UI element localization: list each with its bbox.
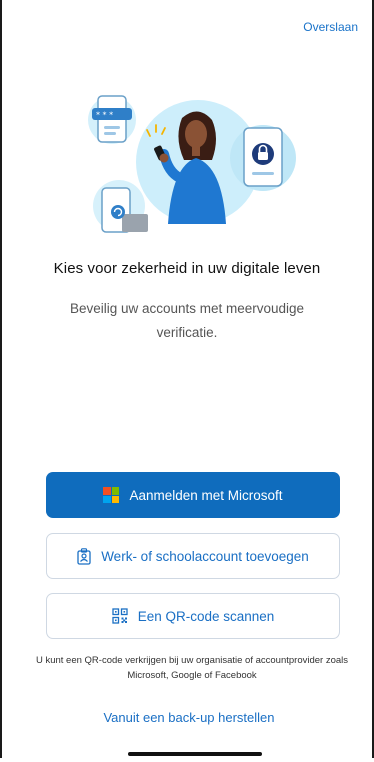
skip-link[interactable]: Overslaan (303, 20, 358, 34)
qr-info-text: U kunt een QR-code verkrijgen bij uw org… (35, 655, 349, 681)
page-subtitle: Beveilig uw accounts met meervoudige ver… (69, 301, 305, 340)
microsoft-logo-icon (103, 487, 120, 503)
sign-in-microsoft-label: Aanmelden met Microsoft (129, 487, 283, 503)
qr-code-icon (112, 608, 128, 624)
id-badge-icon (77, 547, 91, 565)
page-title: Kies voor zekerheid in uw digitale leven (53, 260, 321, 277)
onboarding-illustration: * * * (88, 95, 296, 233)
svg-text:* * *: * * * (96, 111, 113, 120)
add-work-school-account-label: Werk- of schoolaccount toevoegen (101, 548, 309, 564)
scan-qr-code-label: Een QR-code scannen (137, 608, 275, 624)
app-screen: Overslaan * * * Kies voor zekerheid in u… (0, 0, 374, 758)
sign-in-microsoft-button[interactable]: Aanmelden met Microsoft (46, 472, 340, 518)
scan-qr-code-button[interactable]: Een QR-code scannen (46, 593, 340, 639)
add-work-school-account-button[interactable]: Werk- of schoolaccount toevoegen (46, 533, 340, 579)
restore-from-backup-link[interactable]: Vanuit een back-up herstellen (2, 710, 372, 725)
home-indicator (128, 752, 262, 756)
